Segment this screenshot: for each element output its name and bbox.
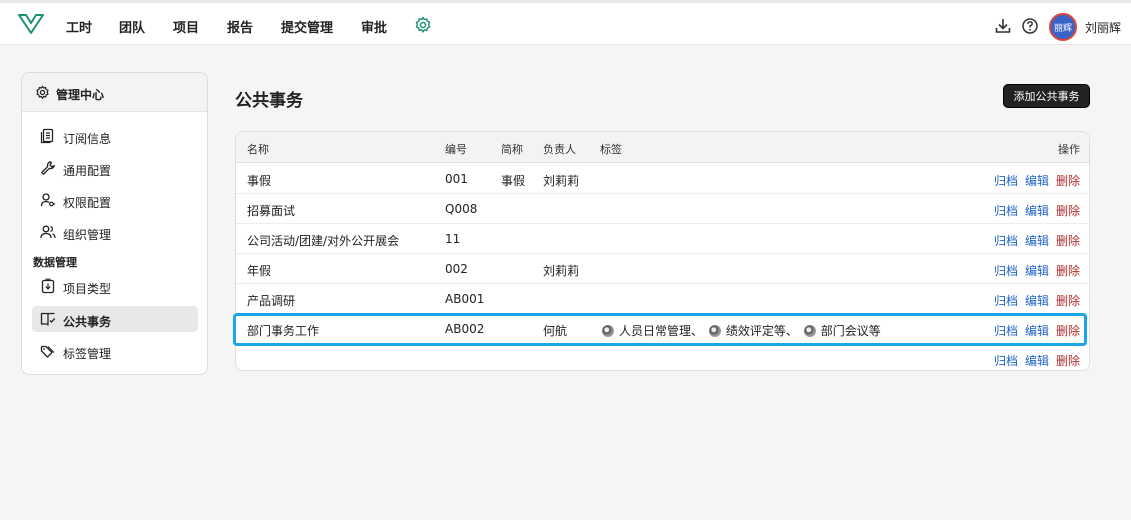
column-short: 简称 [501,143,523,156]
sidebar-item-label: 权限配置 [63,196,112,210]
top-nav: 工时 团队 项目 报告 提交管理 审批 丽辉 刘丽辉 [0,0,1131,45]
archive-button[interactable]: 归档 [994,202,1018,219]
wrench-icon [41,161,55,175]
cell-name: 产品调研 [247,294,296,308]
admin-sidebar: 管理中心 订阅信息 通用配置 权限配置 组织管理 数据管理 项目类型 公共事务 … [21,72,208,375]
delete-button[interactable]: 删除 [1056,232,1080,249]
document-icon [40,128,54,144]
edit-button[interactable]: 编辑 [1025,262,1049,279]
archive-button[interactable]: 归档 [994,172,1018,189]
cell-owner: 刘莉莉 [543,174,580,188]
nav-approval[interactable]: 审批 [361,17,387,36]
sidebar-item-label: 订阅信息 [63,132,112,146]
avatar[interactable]: 丽辉 [1049,13,1077,41]
add-public-affair-button[interactable]: 添加公共事务 [1003,84,1090,108]
column-code: 编号 [445,143,467,156]
book-icon [40,312,56,326]
cell-owner: 刘莉莉 [543,264,580,278]
cell-name: 公司活动/团建/对外公开展会 [247,234,400,248]
page-title: 公共事务 [235,91,303,111]
sidebar-item-general-config[interactable]: 通用配置 [32,155,198,181]
column-name: 名称 [247,143,269,156]
sidebar-item-label: 通用配置 [63,164,112,178]
delete-button[interactable]: 删除 [1056,262,1080,279]
archive-button[interactable]: 归档 [994,262,1018,279]
cell-code: Q008 [445,202,478,216]
gear-icon [36,85,49,99]
nav-project[interactable]: 项目 [173,17,199,36]
column-ops: 操作 [1058,143,1080,156]
edit-button[interactable]: 编辑 [1025,232,1049,249]
nav-worktime[interactable]: 工时 [66,17,92,36]
avatar-text: 丽辉 [1053,23,1072,34]
sidebar-item-label: 公共事务 [63,315,112,329]
sidebar-item-label: 组织管理 [63,228,112,242]
column-owner: 负责人 [543,143,576,156]
sidebar-item-permission[interactable]: 权限配置 [32,187,198,213]
download-icon[interactable] [994,17,1012,35]
user-key-icon [40,193,56,207]
table-header: 名称 编号 简称 负责人 标签 操作 [236,132,1089,163]
table-row: 事假 001 事假 刘莉莉 归档 编辑 删除 [236,164,1089,194]
archive-button[interactable]: 归档 [994,292,1018,309]
sidebar-item-subscription[interactable]: 订阅信息 [32,123,198,149]
cell-code: 001 [445,172,468,186]
sidebar-item-label: 项目类型 [63,282,112,296]
project-type-icon [41,278,55,294]
cell-code: AB001 [445,292,485,306]
cell-short: 事假 [501,174,526,188]
sidebar-item-project-type[interactable]: 项目类型 [32,273,198,299]
delete-button[interactable]: 删除 [1056,292,1080,309]
sidebar-header: 管理中心 [22,73,207,112]
sidebar-item-label: 标签管理 [63,347,112,361]
delete-button[interactable]: 删除 [1056,172,1080,189]
users-icon [40,225,56,239]
selected-row-highlight [233,313,1087,346]
sidebar-item-organization[interactable]: 组织管理 [32,219,198,245]
table-row: 年假 002 刘莉莉 归档 编辑 删除 [236,254,1089,284]
edit-button[interactable]: 编辑 [1025,172,1049,189]
cell-name: 招募面试 [247,204,296,218]
table-row: 招募面试 Q008 归档 编辑 删除 [236,194,1089,224]
cell-name: 年假 [247,264,272,278]
table-row: 归档 编辑 删除 [236,344,1089,370]
edit-button[interactable]: 编辑 [1025,352,1049,369]
edit-button[interactable]: 编辑 [1025,202,1049,219]
table-row: 产品调研 AB001 归档 编辑 删除 [236,284,1089,314]
sidebar-title: 管理中心 [56,88,105,102]
edit-button[interactable]: 编辑 [1025,292,1049,309]
table-row: 公司活动/团建/对外公开展会 11 归档 编辑 删除 [236,224,1089,254]
archive-button[interactable]: 归档 [994,232,1018,249]
sidebar-item-public-affairs[interactable]: 公共事务 [32,306,198,332]
tag-icon [40,345,55,358]
help-icon[interactable] [1021,17,1039,35]
user-name[interactable]: 刘丽辉 [1085,19,1121,36]
app-logo-icon[interactable] [18,13,44,35]
nav-team[interactable]: 团队 [119,17,145,36]
nav-report[interactable]: 报告 [227,17,253,36]
archive-button[interactable]: 归档 [994,352,1018,369]
cell-code: 11 [445,232,461,246]
cell-code: 002 [445,262,468,276]
sidebar-group-data: 数据管理 [33,256,77,269]
sidebar-item-tag-management[interactable]: 标签管理 [32,338,198,364]
delete-button[interactable]: 删除 [1056,202,1080,219]
cell-name: 事假 [247,174,272,188]
nav-submission[interactable]: 提交管理 [281,17,333,36]
delete-button[interactable]: 删除 [1056,352,1080,369]
column-tags: 标签 [600,143,622,156]
gear-icon[interactable] [414,16,432,34]
